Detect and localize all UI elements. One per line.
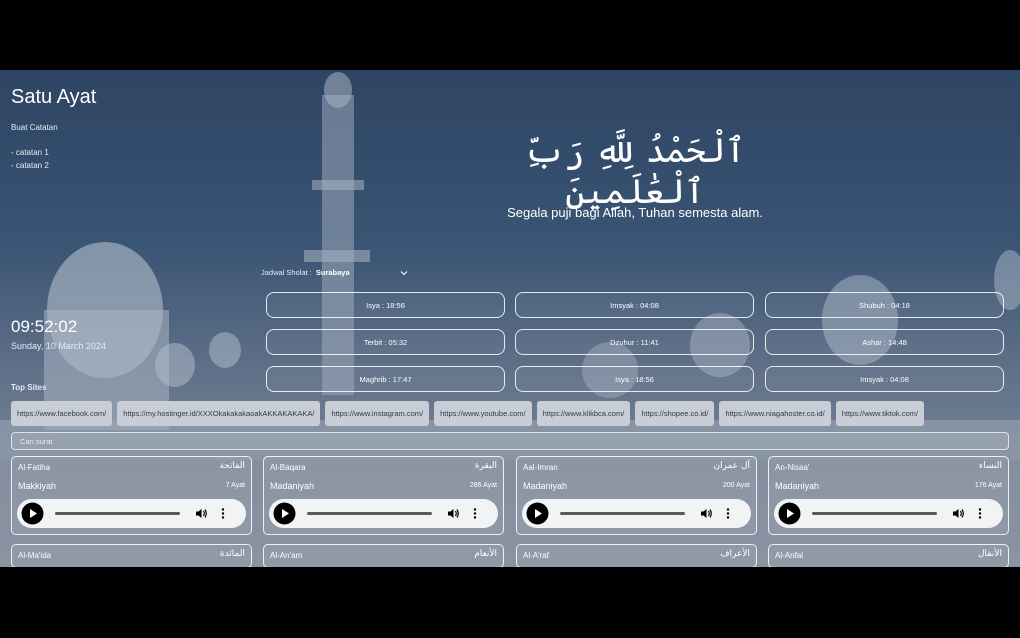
top-site-link[interactable]: https://shopee.co.id/ xyxy=(635,401,715,426)
audio-player xyxy=(774,499,1003,528)
surah-name: Al-Fatiha xyxy=(18,463,51,472)
volume-icon[interactable] xyxy=(195,507,208,520)
notes-title[interactable]: Buat Catatan xyxy=(11,123,58,132)
new-tab-page: Satu Ayat Buat Catatan - catatan 1 - cat… xyxy=(0,70,1020,567)
audio-progress-bar[interactable] xyxy=(560,512,685,515)
surah-card[interactable]: Al-Fatiha الفاتحة Makkiyah 7 Ayat xyxy=(11,456,252,535)
note-item[interactable]: - catatan 2 xyxy=(11,159,49,172)
play-icon xyxy=(526,502,549,525)
prayer-time-cell: Dzuhur : 11:41 xyxy=(515,329,754,355)
audio-progress-bar[interactable] xyxy=(812,512,937,515)
surah-ayat-count: 7 Ayat xyxy=(225,482,245,489)
surah-card[interactable]: Al-Anfal الأنفال xyxy=(768,544,1009,567)
play-icon xyxy=(21,502,44,525)
more-options-icon[interactable] xyxy=(977,507,983,520)
prayer-time-cell: Isya : 18:56 xyxy=(515,366,754,392)
surah-name: Al-Baqara xyxy=(270,463,306,472)
letterbox-top xyxy=(0,0,1020,70)
letterbox-bottom xyxy=(0,567,1020,638)
top-site-link[interactable]: https://www.niagahoster.co.id/ xyxy=(719,401,831,426)
jadwal-label: Jadwal Sholat : xyxy=(261,268,312,277)
volume-icon[interactable] xyxy=(952,507,965,520)
surah-name: An-Nisaa' xyxy=(775,463,810,472)
prayer-time-cell: Terbit : 05:32 xyxy=(266,329,505,355)
surah-revelation-type: Madaniyah xyxy=(270,481,315,491)
surah-revelation-type: Makkiyah xyxy=(18,481,57,491)
prayer-times-panel: Isya : 18:56 Imsyak : 04:08 Shubuh : 04:… xyxy=(260,285,1010,395)
surah-card[interactable]: An-Nisaa' النساء Madaniyah 176 Ayat xyxy=(768,456,1009,535)
top-site-link[interactable]: https://www.klikbca.com/ xyxy=(536,401,631,426)
surah-search-input[interactable] xyxy=(11,432,1009,450)
more-options-icon[interactable] xyxy=(725,507,731,520)
top-site-link[interactable]: https://www.youtube.com/ xyxy=(434,401,532,426)
play-icon xyxy=(273,502,296,525)
surah-card[interactable]: Aal-Imran آل عمران Madaniyah 200 Ayat xyxy=(516,456,757,535)
prayer-time-cell: Maghrib : 17:47 xyxy=(266,366,505,392)
surah-ayat-count: 200 Ayat xyxy=(722,482,750,489)
notes-list: - catatan 1 - catatan 2 xyxy=(11,146,49,172)
surah-arabic-name: الفاتحة xyxy=(219,461,245,471)
chevron-down-icon xyxy=(400,270,408,275)
top-site-link[interactable]: https://my.hostinger.id/XXXOkakakakaoakA… xyxy=(117,401,321,426)
clock-date: Sunday, 10 March 2024 xyxy=(11,341,106,351)
city-select[interactable]: Surabaya xyxy=(316,268,408,277)
play-button[interactable] xyxy=(778,502,801,525)
top-site-link[interactable]: https://www.facebook.com/ xyxy=(11,401,113,426)
surah-arabic-name: البقرة xyxy=(474,461,497,471)
play-icon xyxy=(778,502,801,525)
audio-progress-bar[interactable] xyxy=(307,512,432,515)
audio-player xyxy=(17,499,246,528)
surah-name: Al-Anfal xyxy=(775,551,804,560)
play-button[interactable] xyxy=(21,502,44,525)
surah-ayat-count: 176 Ayat xyxy=(974,482,1002,489)
city-value: Surabaya xyxy=(315,268,350,277)
prayer-time-cell: Imsyak : 04:08 xyxy=(765,366,1004,392)
more-options-icon[interactable] xyxy=(220,507,226,520)
more-options-icon[interactable] xyxy=(472,507,478,520)
top-sites-list: https://www.facebook.com/ https://my.hos… xyxy=(11,401,1009,426)
surah-name: Al-An'am xyxy=(270,551,303,560)
surah-card[interactable]: Al-Ma'ida المائدة xyxy=(11,544,252,567)
volume-icon[interactable] xyxy=(700,507,713,520)
surah-revelation-type: Madaniyah xyxy=(775,481,820,491)
prayer-time-cell: Isya : 18:56 xyxy=(266,292,505,318)
surah-card[interactable]: Al-An'am الأنعام xyxy=(263,544,504,567)
top-site-link[interactable]: https://www.tiktok.com/ xyxy=(835,401,924,426)
top-site-link[interactable]: https://www.instagram.com/ xyxy=(325,401,430,426)
audio-player xyxy=(522,499,751,528)
audio-progress-bar[interactable] xyxy=(55,512,180,515)
surah-card[interactable]: Al-Baqara البقرة Madaniyah 286 Ayat xyxy=(263,456,504,535)
ayat-translation: Segala puji bagi Allah, Tuhan semesta al… xyxy=(507,205,763,220)
audio-player xyxy=(269,499,498,528)
surah-arabic-name: الأنفال xyxy=(978,549,1002,559)
surah-arabic-name: آل عمران xyxy=(713,461,750,471)
surah-arabic-name: المائدة xyxy=(219,549,245,559)
note-item[interactable]: - catatan 1 xyxy=(11,146,49,159)
jadwal-header: Jadwal Sholat : Surabaya xyxy=(261,268,408,277)
surah-name: Aal-Imran xyxy=(523,463,558,472)
prayer-time-cell: Shubuh : 04:18 xyxy=(765,292,1004,318)
top-sites-label: Top Sites xyxy=(11,383,47,392)
surah-arabic-name: النساء xyxy=(979,461,1002,471)
ayat-arabic: ٱلْحَمْدُ لِلَّهِ رَبِّ ٱلْعَٰلَمِينَ xyxy=(524,131,746,212)
app-title: Satu Ayat xyxy=(11,86,97,108)
prayer-time-cell: Ashar : 14:48 xyxy=(765,329,1004,355)
play-button[interactable] xyxy=(526,502,549,525)
clock-time: 09:52:02 xyxy=(11,317,78,336)
surah-revelation-type: Madaniyah xyxy=(523,481,568,491)
surah-arabic-name: الأنعام xyxy=(474,549,497,559)
surah-name: Al-A'raf xyxy=(523,551,549,560)
prayer-time-cell: Imsyak : 04:08 xyxy=(515,292,754,318)
surah-arabic-name: الأعراف xyxy=(720,549,750,559)
surah-name: Al-Ma'ida xyxy=(18,551,52,560)
surah-ayat-count: 286 Ayat xyxy=(469,482,497,489)
volume-icon[interactable] xyxy=(447,507,460,520)
surah-card[interactable]: Al-A'raf الأعراف xyxy=(516,544,757,567)
play-button[interactable] xyxy=(273,502,296,525)
